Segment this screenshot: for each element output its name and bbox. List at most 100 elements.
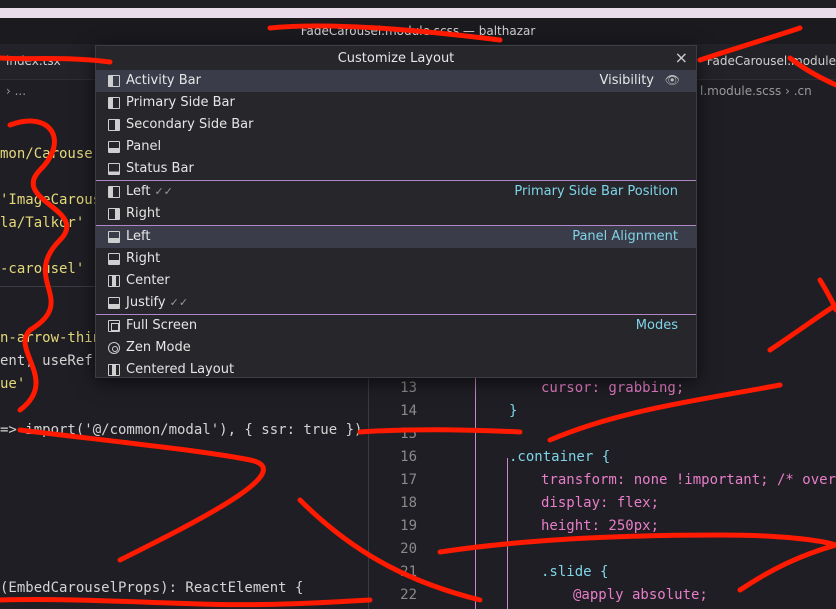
option-label-text: Status Bar — [126, 161, 194, 176]
layout-option-right[interactable]: Right — [96, 203, 696, 225]
window-accent-bar — [0, 8, 836, 18]
panel-align-center-icon — [108, 275, 120, 287]
breadcrumb-left[interactable]: › ... — [6, 84, 26, 98]
option-label-text: Right — [126, 251, 161, 266]
option-label: Left — [126, 229, 150, 244]
layout-option-activity-bar[interactable]: Activity Bar Visibility 👁 — [96, 70, 696, 92]
line-number: 21 — [400, 564, 417, 580]
option-label: Activity Bar — [126, 73, 201, 88]
layout-option-left[interactable]: Left ✓✓ Primary Side Bar Position — [96, 181, 696, 203]
layout-option-justify[interactable]: Justify ✓✓ — [96, 292, 696, 314]
check-icon: ✓✓ — [154, 185, 173, 198]
panel-align-justify-icon — [108, 297, 120, 309]
code-line: height: 250px; — [541, 518, 660, 534]
option-label-text: Centered Layout — [126, 362, 235, 377]
code-line: -carousel' — [0, 261, 85, 277]
layout-option-status-bar[interactable]: Status Bar — [96, 158, 696, 180]
option-label-text: Activity Bar — [126, 73, 201, 88]
full-screen-icon — [108, 320, 120, 332]
breadcrumb-right[interactable]: l.module.scss › .cn — [700, 84, 812, 98]
option-label: Full Screen — [126, 318, 197, 333]
section-header: Modes — [635, 318, 678, 333]
option-label: Centered Layout — [126, 362, 234, 377]
line-number: 17 — [400, 472, 417, 488]
panel-align-left-icon — [108, 231, 120, 243]
tab-index[interactable]: index.tsx — [6, 54, 61, 68]
line-number: 14 — [400, 403, 417, 419]
code-line: transform: none !important; /* overi — [541, 472, 836, 488]
code-line: n-arrow-thin — [0, 330, 102, 346]
title-bar: FadeCarousel.module.scss — balthazar — [0, 18, 836, 44]
customize-layout-dialog: Customize Layout × Activity Bar Visibilit… — [95, 45, 697, 378]
tab-fade-carousel[interactable]: FadeCarousel.module — [707, 54, 836, 68]
option-label: Right — [126, 206, 160, 221]
option-label-text: Panel — [126, 139, 162, 154]
status-bar-icon — [108, 163, 120, 175]
code-line: la/Talkor' — [0, 215, 85, 231]
layout-option-full-screen[interactable]: Full Screen Modes — [96, 315, 696, 337]
layout-option-right[interactable]: Right — [96, 248, 696, 270]
code-line: @apply absolute; — [573, 587, 708, 603]
secondary-side-bar-icon — [108, 119, 120, 131]
option-label-text: Full Screen — [126, 318, 198, 333]
option-label: Justify ✓✓ — [126, 295, 188, 310]
option-label: Zen Mode — [126, 340, 191, 355]
code-line: ent, useRef, — [0, 353, 102, 369]
code-line: display: flex; — [541, 495, 660, 511]
option-label: Right — [126, 251, 160, 266]
code-line: .slide { — [541, 564, 609, 580]
section-header: Primary Side Bar Position — [514, 184, 678, 199]
option-label-text: Right — [126, 206, 161, 221]
panel-icon — [108, 141, 120, 153]
top-strip — [0, 0, 836, 8]
code-line: (EmbedCarouselProps): ReactElement { — [0, 580, 304, 596]
option-label: Center — [126, 273, 170, 288]
section-header: Panel Alignment — [572, 229, 678, 244]
eye-icon[interactable]: 👁 — [665, 73, 680, 87]
zen-mode-icon — [108, 342, 120, 354]
option-label: Secondary Side Bar — [126, 117, 253, 132]
indent-guide — [507, 458, 508, 609]
line-number: 19 — [400, 518, 417, 534]
close-icon[interactable]: × — [675, 48, 688, 67]
line-number: 22 — [400, 587, 417, 603]
activity-bar-icon — [108, 75, 120, 87]
centered-layout-icon — [108, 364, 120, 376]
option-label: Primary Side Bar — [126, 95, 235, 110]
side-bar-right-icon — [108, 208, 120, 220]
code-line: .container { — [509, 449, 611, 465]
option-label: Left ✓✓ — [126, 184, 173, 199]
layout-option-secondary-side-bar[interactable]: Secondary Side Bar — [96, 114, 696, 136]
line-number: 20 — [400, 541, 417, 557]
option-label-text: Primary Side Bar — [126, 95, 235, 110]
code-line: } — [509, 403, 518, 419]
indent-guide — [475, 372, 476, 609]
line-number: 13 — [400, 380, 417, 396]
code-line: ue' — [0, 376, 26, 392]
layout-option-center[interactable]: Center — [96, 270, 696, 292]
line-number: 15 — [400, 426, 417, 442]
code-line: 'ImageCarous — [0, 192, 102, 208]
option-label: Status Bar — [126, 161, 194, 176]
line-number: 16 — [400, 449, 417, 465]
layout-option-zen-mode[interactable]: Zen Mode — [96, 337, 696, 359]
option-label-text: Secondary Side Bar — [126, 117, 254, 132]
code-line: mon/Carouse — [0, 146, 93, 162]
primary-side-bar-icon — [108, 97, 120, 109]
line-number: 18 — [400, 495, 417, 511]
option-label-text: Zen Mode — [126, 340, 191, 355]
side-bar-left-icon — [108, 186, 120, 198]
code-line: cursor: grabbing; — [541, 380, 685, 396]
panel-align-right-icon — [108, 253, 120, 265]
option-label-text: Left — [126, 229, 151, 244]
code-line: => import('@/common/modal'), { ssr: true… — [0, 422, 363, 438]
layout-option-centered-layout[interactable]: Centered Layout — [96, 359, 696, 381]
option-label-text: Justify — [126, 295, 166, 310]
option-label: Panel — [126, 139, 161, 154]
dialog-title: Customize Layout — [337, 50, 455, 66]
option-label-text: Center — [126, 273, 170, 288]
layout-option-left[interactable]: Left Panel Alignment — [96, 226, 696, 248]
layout-option-primary-side-bar[interactable]: Primary Side Bar — [96, 92, 696, 114]
check-icon: ✓✓ — [169, 296, 189, 309]
layout-option-panel[interactable]: Panel — [96, 136, 696, 158]
